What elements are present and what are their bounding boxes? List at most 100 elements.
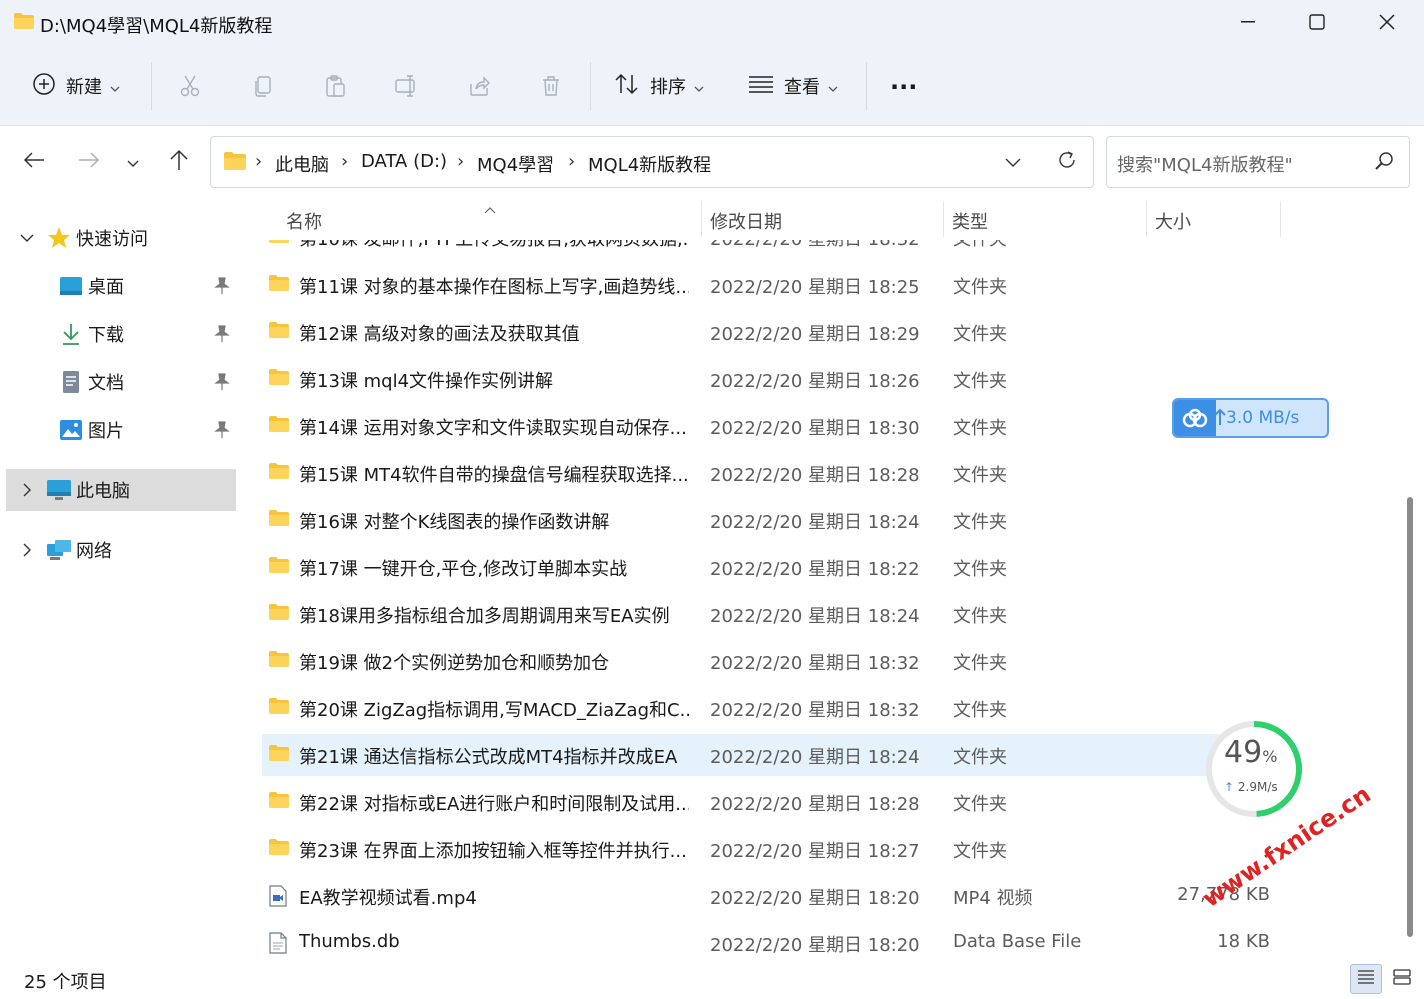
column-divider[interactable] [701, 201, 702, 237]
column-divider[interactable] [1280, 201, 1281, 237]
column-header-name[interactable]: 名称 [286, 208, 322, 234]
breadcrumb-current-folder[interactable]: MQL4新版教程 [588, 151, 711, 177]
table-row[interactable]: 第22课 对指标或EA进行账户和时间限制及试用... 2022/2/20 星期日 … [262, 781, 1282, 823]
up-button[interactable] [162, 145, 196, 179]
item-count: 25 个项目 [24, 972, 107, 993]
paste-icon[interactable] [321, 72, 349, 100]
file-name: 第21课 通达信指标公式改成MT4指标并改成EA [299, 747, 678, 768]
address-dropdown-icon[interactable] [1004, 151, 1022, 177]
column-header-size[interactable]: 大小 [1155, 208, 1191, 234]
more-options-button[interactable]: ... [890, 60, 917, 102]
file-type: 文件夹 [953, 465, 1007, 486]
file-date: 2022/2/20 星期日 18:20 [710, 935, 920, 956]
navigation-pane: 快速访问 桌面 下载 文档 图片 此电脑 网络 [0, 197, 240, 959]
table-row[interactable]: 第13课 mql4文件操作实例讲解 2022/2/20 星期日 18:26 文件夹 [262, 358, 1282, 400]
folder-icon [268, 744, 290, 766]
file-date: 2022/2/20 星期日 18:24 [710, 606, 920, 627]
upload-arrow-icon [1214, 408, 1226, 430]
file-name: Thumbs.db [299, 931, 400, 952]
file-date: 2022/2/20 星期日 18:30 [710, 418, 920, 439]
folder-icon [268, 509, 290, 531]
share-icon[interactable] [465, 72, 493, 100]
table-row[interactable]: 第17课 一键开仓,平仓,修改订单脚本实战 2022/2/20 星期日 18:22… [262, 546, 1282, 588]
search-box[interactable]: 搜索"MQL4新版教程" [1106, 136, 1410, 188]
table-row[interactable]: 第16课 对整个K线图表的操作函数讲解 2022/2/20 星期日 18:24 文件… [262, 499, 1282, 541]
sidebar-item-documents[interactable]: 文档 [0, 361, 236, 403]
file-date: 2022/2/20 星期日 18:22 [710, 559, 920, 580]
search-input[interactable]: 搜索"MQL4新版教程" [1117, 151, 1293, 177]
address-bar[interactable]: › 此电脑 › DATA (D:) › MQ4學習 › MQL4新版教程 [210, 136, 1094, 188]
sidebar-item-label: 下载 [88, 325, 124, 346]
chevron-right-icon[interactable] [14, 477, 40, 503]
view-button[interactable]: 查看 [748, 65, 838, 107]
scrollbar-thumb[interactable] [1407, 497, 1413, 937]
file-name: 第13课 mql4文件操作实例讲解 [299, 371, 554, 392]
file-type: 文件夹 [953, 418, 1007, 439]
file-list: 名称 修改日期 类型 大小 第10课 发邮件,FTP上传交易报告,获取网页数据,… [240, 197, 1424, 959]
folder-icon [268, 415, 290, 437]
sidebar-item-quick-access[interactable]: 快速访问 [0, 217, 236, 259]
breadcrumb-this-pc[interactable]: 此电脑 [275, 151, 329, 177]
sidebar-item-downloads[interactable]: 下载 [0, 313, 236, 355]
table-row[interactable]: 第19课 做2个实例逆势加仓和顺势加仓 2022/2/20 星期日 18:32 文件… [262, 640, 1282, 682]
chevron-right-icon[interactable] [14, 537, 40, 563]
table-row[interactable]: 第23课 在界面上添加按钮输入框等控件并执行... 2022/2/20 星期日 1… [262, 828, 1282, 870]
progress-gauge[interactable]: 49% ↑ 2.9M/s [1204, 719, 1304, 819]
file-type: Data Base File [953, 931, 1082, 952]
forward-button[interactable] [72, 145, 106, 179]
back-button[interactable] [17, 145, 51, 179]
column-header-date[interactable]: 修改日期 [710, 208, 782, 234]
file-date: 2022/2/20 星期日 18:28 [710, 794, 920, 815]
chevron-down-icon[interactable] [14, 225, 40, 251]
sidebar-item-label: 文档 [88, 373, 124, 394]
file-name: 第12课 高级对象的画法及获取其值 [299, 324, 580, 345]
pin-icon[interactable] [214, 373, 230, 396]
sidebar-item-network[interactable]: 网络 [0, 529, 236, 571]
command-bar: 新建 排序 查看 ... [0, 46, 1424, 126]
recent-locations-button[interactable] [116, 145, 150, 179]
cut-icon[interactable] [176, 72, 204, 100]
sidebar-item-desktop[interactable]: 桌面 [0, 265, 236, 307]
refresh-icon[interactable] [1056, 149, 1078, 175]
pin-icon[interactable] [214, 325, 230, 348]
more-icon: ... [890, 67, 918, 95]
chevron-down-icon [110, 76, 120, 97]
file-date: 2022/2/20 星期日 18:32 [710, 700, 920, 721]
file-date: 2022/2/20 星期日 18:28 [710, 465, 920, 486]
close-button[interactable] [1352, 0, 1422, 44]
tiles-view-icon [1393, 969, 1411, 989]
table-row[interactable]: 第21课 通达信指标公式改成MT4指标并改成EA 2022/2/20 星期日 18… [262, 734, 1282, 776]
table-row[interactable]: 第11课 对象的基本操作在图标上写字,画趋势线... 2022/2/20 星期日 … [262, 264, 1282, 306]
breadcrumb-mq4-study[interactable]: MQ4學習 [477, 151, 554, 177]
table-row[interactable]: 第15课 MT4软件自带的操盘信号编程获取选择... 2022/2/20 星期日 … [262, 452, 1282, 494]
search-icon[interactable] [1375, 151, 1395, 175]
table-row[interactable]: 第20课 ZigZag指标调用,写MACD_ZiaZag和C... 2022/2/… [262, 687, 1282, 729]
maximize-button[interactable] [1282, 0, 1352, 44]
chevron-down-icon [828, 76, 838, 97]
pin-icon[interactable] [214, 277, 230, 300]
vertical-scrollbar[interactable] [1400, 197, 1420, 959]
tiles-view-button[interactable] [1386, 964, 1418, 994]
column-header-type[interactable]: 类型 [952, 208, 988, 234]
table-row[interactable]: 第14课 运用对象文字和文件读取实现自动保存... 2022/2/20 星期日 1… [262, 405, 1282, 447]
sidebar-item-this-pc[interactable]: 此电脑 [6, 469, 236, 511]
column-divider[interactable] [943, 201, 944, 237]
pin-icon[interactable] [214, 421, 230, 444]
table-row[interactable]: EA教学视频试看.mp4 2022/2/20 星期日 18:20 MP4 视频 27,… [262, 875, 1282, 917]
table-row[interactable]: 第18课用多指标组合加多周期调用来写EA实例 2022/2/20 星期日 18:2… [262, 593, 1282, 635]
sort-button[interactable]: 排序 [614, 65, 704, 107]
column-divider[interactable] [1146, 201, 1147, 237]
copy-icon[interactable] [249, 72, 277, 100]
table-row[interactable]: 第12课 高级对象的画法及获取其值 2022/2/20 星期日 18:29 文件夹 [262, 311, 1282, 353]
new-button[interactable]: 新建 [32, 65, 120, 107]
chevron-right-icon: › [568, 151, 576, 172]
network-speed-badge[interactable]: 3.0 MB/s [1172, 398, 1329, 438]
minimize-button[interactable] [1213, 0, 1283, 44]
rename-icon[interactable] [393, 72, 421, 100]
table-row[interactable]: Thumbs.db 2022/2/20 星期日 18:20 Data Base Fi… [262, 922, 1282, 959]
gauge-speed-value: 2.9M/s [1237, 780, 1278, 794]
sidebar-item-pictures[interactable]: 图片 [0, 409, 236, 451]
breadcrumb-data-drive[interactable]: DATA (D:) [361, 151, 447, 172]
delete-icon[interactable] [537, 72, 565, 100]
details-view-button[interactable] [1350, 964, 1382, 994]
